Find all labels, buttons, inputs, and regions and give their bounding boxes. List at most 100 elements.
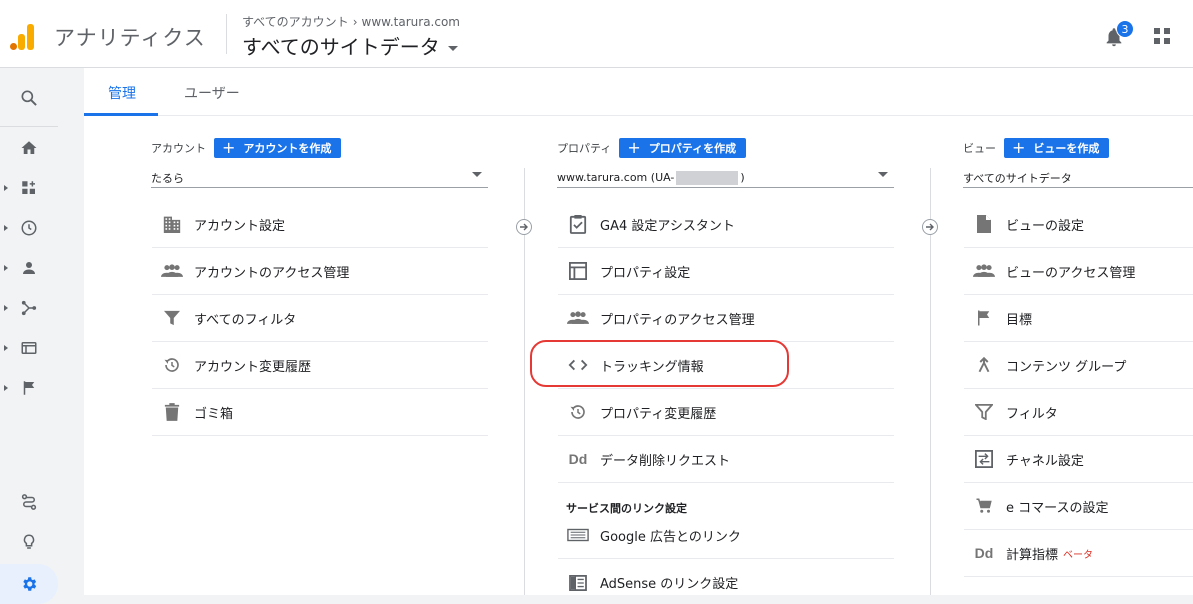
tab-active-indicator — [84, 113, 158, 116]
arrow-right-icon — [922, 219, 938, 235]
menu-calculated-metrics[interactable]: Dd 計算指標 ベータ — [964, 530, 1193, 577]
audience-person-icon[interactable] — [0, 250, 58, 286]
flag-icon — [964, 309, 1004, 327]
menu-all-filters[interactable]: すべてのフィルタ — [152, 295, 488, 342]
view-column-header: ビュー + ビューを作成 — [963, 138, 1110, 158]
customization-icon[interactable] — [0, 170, 58, 206]
channel-icon — [964, 450, 1004, 468]
account-selector[interactable]: たるら — [151, 168, 488, 188]
menu-view-access[interactable]: ビューのアクセス管理 — [964, 248, 1193, 295]
menu-label: データ削除リクエスト — [600, 453, 731, 469]
dd-icon: Dd — [568, 451, 588, 467]
menu-content-grouping[interactable]: コンテンツ グループ — [964, 342, 1193, 389]
property-selector[interactable]: www.tarura.com (UA- ) — [557, 168, 894, 188]
apps-grid-icon[interactable] — [1154, 28, 1170, 44]
trash-icon — [152, 403, 192, 421]
menu-label: 計算指標 — [1006, 547, 1059, 563]
behavior-icon[interactable] — [0, 330, 58, 366]
menu-channel-settings[interactable]: チャネル設定 — [964, 436, 1193, 483]
chevron-down-icon — [447, 46, 458, 51]
create-account-label: アカウントを作成 — [243, 142, 332, 155]
ads-icon — [558, 528, 598, 542]
cart-icon — [964, 497, 1004, 515]
menu-label: ビューの設定 — [1006, 218, 1085, 234]
menu-trash[interactable]: ゴミ箱 — [152, 389, 488, 436]
menu-label: チャネル設定 — [1006, 453, 1084, 469]
search-icon[interactable] — [0, 80, 58, 116]
annotation-highlight — [530, 340, 789, 387]
breadcrumb[interactable]: すべてのアカウント › www.tarura.com — [242, 13, 460, 30]
tab-admin[interactable]: 管理 — [108, 83, 136, 103]
menu-label: AdSense のリンク設定 — [600, 577, 739, 592]
menu-property-history[interactable]: プロパティ変更履歴 — [558, 389, 894, 436]
menu-account-history[interactable]: アカウント変更履歴 — [152, 342, 488, 389]
menu-label: プロパティのアクセス管理 — [600, 312, 755, 328]
beta-badge: ベータ — [1063, 549, 1094, 561]
property-column-title: プロパティ — [557, 142, 612, 155]
gear-icon[interactable] — [0, 566, 58, 602]
create-account-button[interactable]: + アカウントを作成 — [214, 138, 342, 158]
menu-data-deletion-request[interactable]: Dd データ削除リクエスト — [558, 436, 894, 483]
acquisition-icon[interactable] — [0, 290, 58, 326]
create-property-button[interactable]: + プロパティを作成 — [619, 138, 747, 158]
app-title: アナリティクス — [54, 26, 206, 50]
property-selector-prefix: www.tarura.com (UA- — [557, 171, 675, 184]
tab-users[interactable]: ユーザー — [184, 83, 240, 103]
menu-ga4-setup-assistant[interactable]: GA4 設定アシスタント — [558, 201, 894, 248]
attribution-icon[interactable] — [0, 484, 58, 520]
create-property-label: プロパティを作成 — [648, 142, 737, 155]
chevron-down-icon — [878, 172, 888, 177]
account-column-header: アカウント + アカウントを作成 — [151, 138, 342, 158]
lightbulb-icon[interactable] — [0, 524, 58, 560]
create-view-button[interactable]: + ビューを作成 — [1004, 138, 1110, 158]
menu-label: すべてのフィルタ — [194, 312, 297, 328]
menu-label: フィルタ — [1006, 406, 1058, 422]
people-icon — [152, 264, 192, 278]
breadcrumb-site[interactable]: www.tarura.com — [362, 15, 460, 29]
menu-adsense-linking[interactable]: AdSense のリンク設定 — [558, 559, 894, 604]
building-icon — [152, 215, 192, 233]
menu-label: プロパティ設定 — [600, 265, 691, 281]
account-column-title: アカウント — [151, 142, 206, 155]
menu-ecommerce-settings[interactable]: e コマースの設定 — [964, 483, 1193, 530]
realtime-clock-icon[interactable] — [0, 210, 58, 246]
view-column-title: ビュー — [963, 142, 996, 155]
document-icon — [964, 214, 1004, 234]
layout-icon — [558, 262, 598, 280]
left-nav-rail — [0, 68, 58, 604]
menu-google-ads-linking[interactable]: Google 広告とのリンク — [558, 512, 894, 559]
menu-label: ゴミ箱 — [194, 406, 234, 422]
view-selector[interactable]: すべてのサイトデータ — [242, 31, 458, 60]
menu-label: プロパティ変更履歴 — [600, 406, 717, 422]
people-icon — [964, 264, 1004, 278]
view-selector-dropdown[interactable]: すべてのサイトデータ — [963, 168, 1193, 188]
chevron-down-icon — [472, 172, 482, 177]
menu-account-access[interactable]: アカウントのアクセス管理 — [152, 248, 488, 295]
menu-label: e コマースの設定 — [1006, 500, 1109, 516]
admin-tabs: 管理 ユーザー — [84, 68, 1193, 116]
dd-icon: Dd — [974, 545, 994, 561]
filter-icon — [152, 310, 192, 326]
adsense-icon — [558, 574, 598, 591]
menu-account-settings[interactable]: アカウント設定 — [152, 201, 488, 248]
menu-view-filters[interactable]: フィルタ — [964, 389, 1193, 436]
menu-label: アカウント変更履歴 — [194, 359, 312, 375]
rail-divider — [0, 126, 58, 127]
home-icon[interactable] — [0, 130, 58, 166]
menu-goals[interactable]: 目標 — [964, 295, 1193, 342]
menu-view-settings[interactable]: ビューの設定 — [964, 201, 1193, 248]
breadcrumb-account[interactable]: すべてのアカウント — [242, 13, 349, 30]
menu-label: コンテンツ グループ — [1006, 359, 1127, 375]
view-selector-value: すべてのサイトデータ — [963, 171, 1072, 185]
chevron-right-icon: › — [352, 14, 358, 29]
menu-property-access[interactable]: プロパティのアクセス管理 — [558, 295, 894, 342]
history-icon — [152, 356, 192, 374]
conversions-flag-icon[interactable] — [0, 370, 58, 406]
analytics-logo[interactable] — [8, 22, 36, 50]
menu-property-settings[interactable]: プロパティ設定 — [558, 248, 894, 295]
filter-icon — [964, 404, 1004, 420]
arrow-right-icon — [516, 219, 532, 235]
history-icon — [558, 403, 598, 421]
menu-label: アカウントのアクセス管理 — [194, 265, 350, 281]
content-group-icon — [964, 356, 1004, 374]
